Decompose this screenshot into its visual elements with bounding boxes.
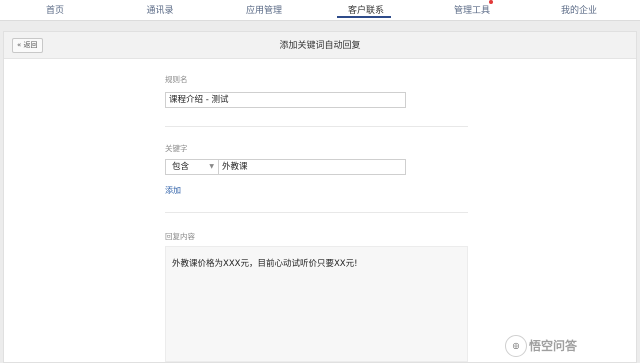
match-mode-value: 包含 bbox=[172, 162, 190, 172]
watermark-text: 悟空问答 bbox=[529, 339, 578, 353]
panel-title: 添加关键词自动回复 bbox=[279, 41, 361, 51]
keyword-input[interactable]: 外教课 bbox=[218, 159, 406, 175]
nav-item-my-enterprise[interactable]: 我的企业 bbox=[557, 3, 601, 16]
top-navigation: 首页 通讯录 应用管理 客户联系 管理工具 我的企业 bbox=[0, 0, 640, 21]
rule-name-label: 规则名 bbox=[165, 75, 188, 84]
notification-dot bbox=[489, 0, 493, 4]
divider bbox=[165, 126, 468, 127]
dropdown-arrow-icon: ▼ bbox=[209, 163, 214, 170]
keyword-label: 关键字 bbox=[165, 144, 188, 153]
active-tab-indicator bbox=[337, 16, 391, 18]
reply-content-label: 回复内容 bbox=[165, 232, 195, 241]
nav-item-admin-tools[interactable]: 管理工具 bbox=[450, 3, 494, 16]
add-keyword-link[interactable]: 添加 bbox=[165, 185, 181, 196]
watermark: ◎ 悟空问答 bbox=[505, 333, 635, 357]
auto-reply-panel: « 返回 添加关键词自动回复 规则名 课程介绍 - 测试 关键字 包含 ▼ 外教… bbox=[3, 31, 637, 363]
nav-item-home[interactable]: 首页 bbox=[40, 3, 70, 16]
logo-icon: ◎ bbox=[505, 335, 527, 357]
nav-item-app-management[interactable]: 应用管理 bbox=[242, 3, 286, 16]
nav-item-customer-contact[interactable]: 客户联系 bbox=[344, 3, 388, 16]
nav-item-contacts[interactable]: 通讯录 bbox=[140, 3, 180, 16]
panel-header: « 返回 添加关键词自动回复 bbox=[4, 32, 636, 59]
reply-content-textarea[interactable]: 外教课价格为XXX元，目前心动试听价只要XX元! bbox=[165, 246, 468, 362]
divider bbox=[165, 212, 468, 213]
rule-name-input[interactable]: 课程介绍 - 测试 bbox=[165, 92, 406, 108]
match-mode-select[interactable]: 包含 ▼ bbox=[165, 159, 219, 175]
